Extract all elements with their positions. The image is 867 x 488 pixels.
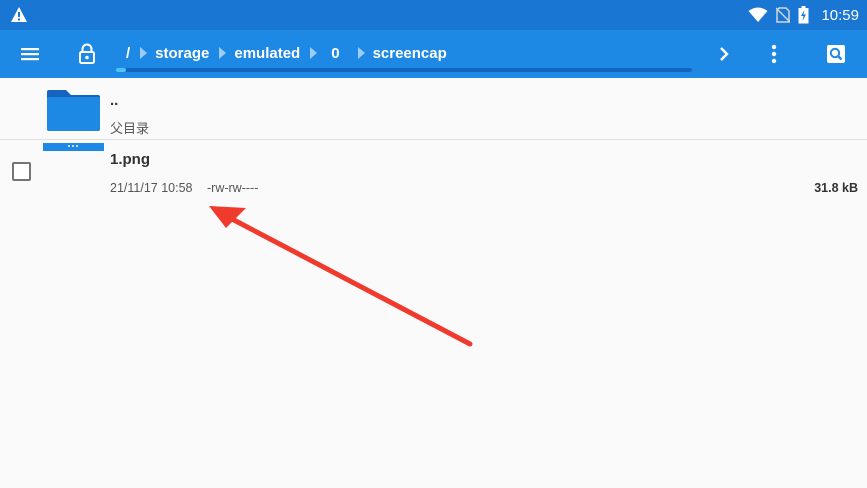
wifi-icon (748, 7, 768, 22)
file-row[interactable]: 1.png 21/11/17 10:58 -rw-rw---- 31.8 kB (0, 141, 867, 203)
lock-icon[interactable] (72, 30, 102, 78)
file-name: 1.png (110, 151, 150, 168)
more-vertical-icon[interactable] (764, 30, 784, 78)
breadcrumb-separator-icon (140, 47, 148, 59)
breadcrumb-item-root[interactable]: / (118, 45, 130, 62)
search-icon[interactable] (822, 30, 850, 78)
image-thumbnail (43, 143, 104, 151)
chevron-right-icon[interactable] (712, 30, 736, 78)
warning-icon (11, 7, 27, 22)
parent-directory-row[interactable]: .. 父目录 (0, 78, 867, 140)
file-size: 31.8 kB (814, 181, 858, 195)
breadcrumb-separator-icon (310, 47, 318, 59)
hamburger-menu-icon[interactable] (14, 30, 46, 78)
breadcrumb-scrollbar[interactable] (116, 68, 692, 72)
clock: 10:59 (821, 6, 859, 24)
status-bar: 10:59 (0, 0, 867, 30)
parent-directory-name: .. (110, 92, 119, 109)
breadcrumb-item-storage[interactable]: storage (130, 45, 209, 62)
breadcrumb-scrollbar-thumb[interactable] (116, 68, 126, 72)
battery-charging-icon (798, 6, 809, 24)
no-sim-icon (776, 7, 791, 23)
parent-directory-label: 父目录 (110, 121, 150, 136)
file-checkbox[interactable] (12, 162, 31, 181)
file-permissions: -rw-rw---- (207, 181, 259, 195)
folder-icon (47, 90, 100, 131)
breadcrumb-separator-icon (219, 47, 227, 59)
breadcrumb-item-screencap[interactable]: screencap (348, 45, 447, 62)
app-toolbar: / storage emulated 0 screencap (0, 30, 867, 78)
breadcrumb-item-0[interactable]: 0 (300, 45, 347, 62)
file-date: 21/11/17 10:58 (110, 181, 193, 195)
breadcrumb-item-emulated[interactable]: emulated (209, 45, 300, 62)
breadcrumb-separator-icon (357, 47, 365, 59)
